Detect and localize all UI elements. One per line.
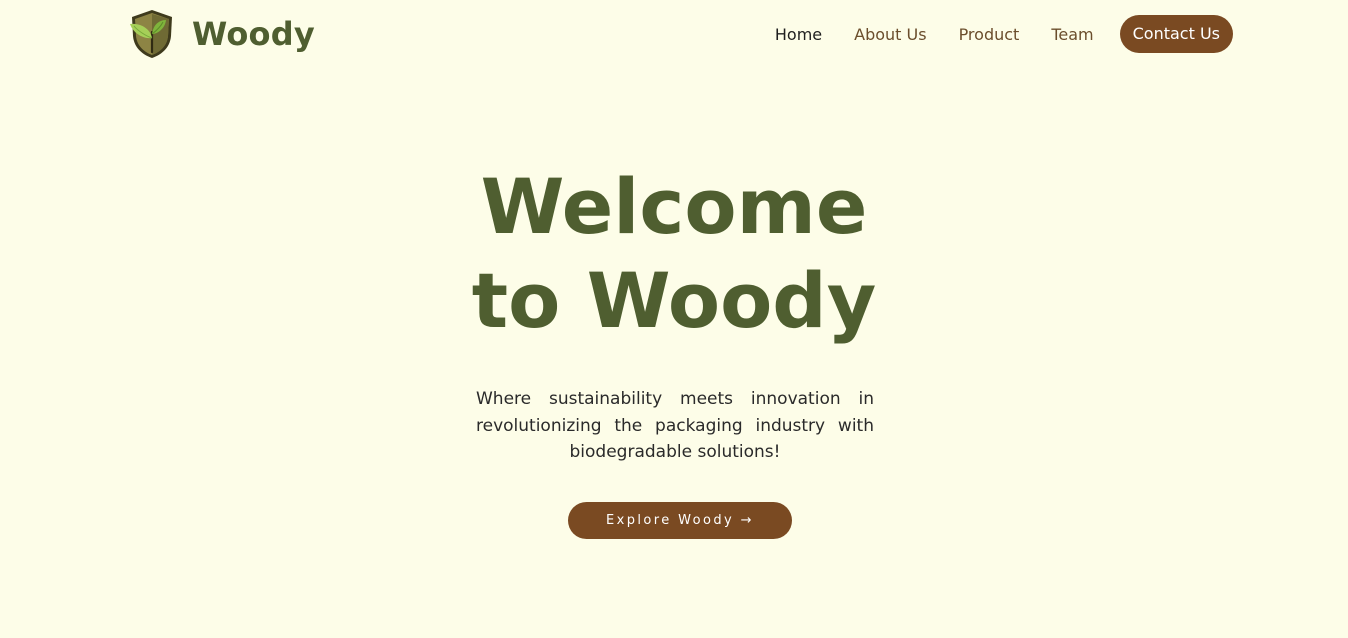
page: Woody Home About Us Product Team Contact… (0, 0, 1348, 638)
nav-home[interactable]: Home (775, 25, 822, 44)
nav-team[interactable]: Team (1051, 25, 1093, 44)
explore-woody-button[interactable]: Explore Woody → (568, 502, 792, 539)
leaf-shield-icon (130, 10, 172, 58)
brand-link[interactable]: Woody (128, 8, 315, 60)
contact-us-button[interactable]: Contact Us (1119, 15, 1233, 53)
hero-title-line-2: to Woody (471, 256, 877, 345)
nav-product[interactable]: Product (959, 25, 1020, 44)
nav-about-us[interactable]: About Us (854, 25, 926, 44)
hero-title: Welcome to Woody (414, 160, 934, 348)
hero-section: Welcome to Woody Where sustainability me… (0, 160, 1348, 539)
navbar: Woody Home About Us Product Team Contact… (0, 0, 1348, 68)
brand-name: Woody (192, 15, 315, 53)
hero-subtitle: Where sustainability meets innovation in… (476, 389, 874, 462)
hero-title-line-1: Welcome (480, 162, 868, 251)
main-nav: Home About Us Product Team Contact Us (775, 15, 1233, 53)
